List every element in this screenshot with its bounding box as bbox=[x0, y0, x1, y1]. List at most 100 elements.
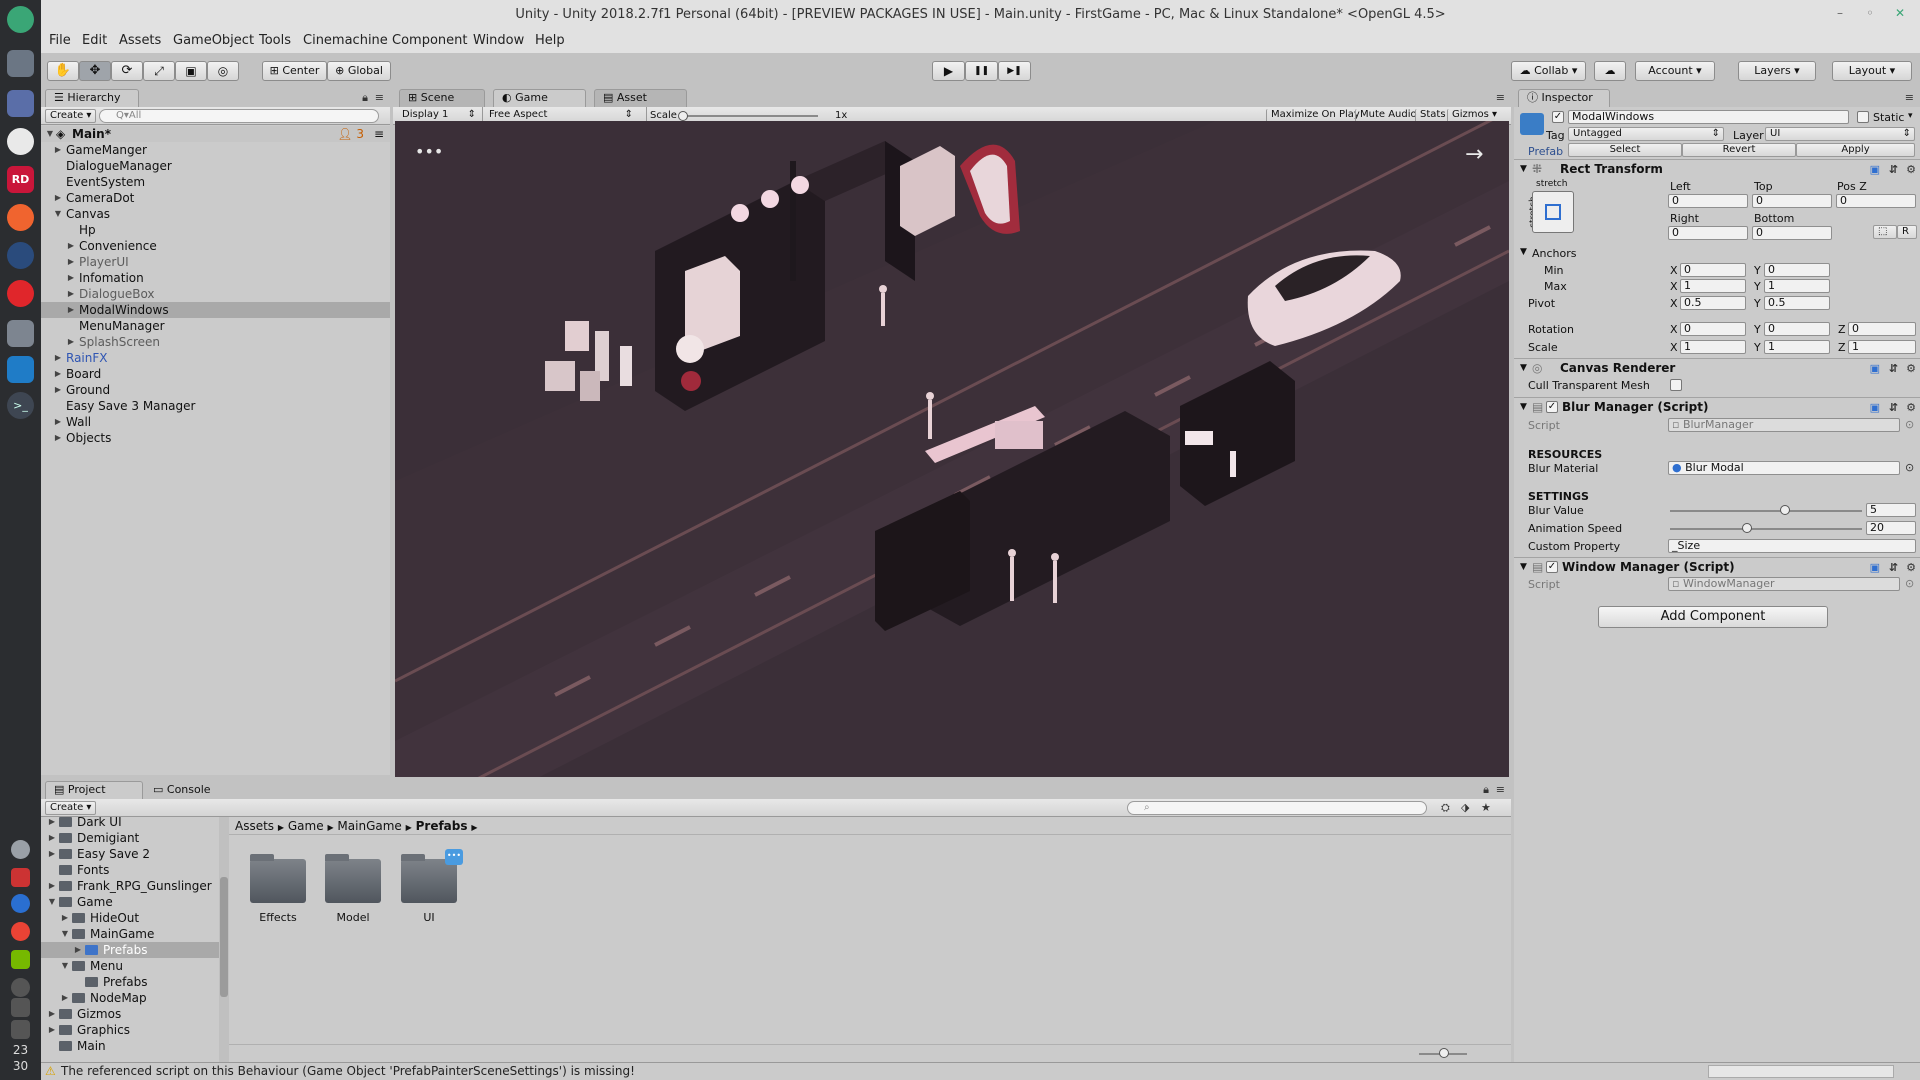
tab-asset-store[interactable]: ▤ Asset Store bbox=[594, 89, 687, 120]
hierarchy-item[interactable]: ▶ Ground bbox=[41, 382, 390, 398]
tree-expand-arrow[interactable]: ▶ bbox=[47, 1006, 57, 1022]
scale-y-field[interactable]: 1 bbox=[1764, 340, 1830, 354]
scale-tool-icon[interactable]: ⤢ bbox=[143, 61, 175, 81]
menu-tools[interactable]: Tools bbox=[259, 33, 291, 48]
anchors-min-x-field[interactable]: 0 bbox=[1680, 263, 1746, 277]
preset-icon[interactable]: ⇵ bbox=[1889, 360, 1898, 378]
prefab-revert-button[interactable]: Revert bbox=[1682, 143, 1796, 157]
tree-expand-arrow[interactable]: ▶ bbox=[47, 878, 57, 894]
project-create-button[interactable]: Create ▾ bbox=[45, 801, 97, 815]
collab-button[interactable]: ☁ Collab ▾ bbox=[1511, 61, 1586, 81]
folder-effects[interactable]: Effects bbox=[249, 854, 307, 924]
settings-gear-icon[interactable]: ⚙ bbox=[1906, 360, 1916, 378]
project-search-input[interactable]: ⌕ bbox=[1127, 801, 1427, 815]
project-tree-item[interactable]: ▶ Graphics bbox=[41, 1022, 219, 1038]
left-field[interactable]: 0 bbox=[1668, 194, 1748, 208]
filter-type-icon[interactable]: ⛭ bbox=[1441, 801, 1450, 815]
project-tree-item[interactable]: ▶ Frank_RPG_Gunslinger bbox=[41, 878, 219, 894]
menu-gameobject[interactable]: GameObject bbox=[173, 33, 254, 48]
hierarchy-item[interactable]: ▶ RainFX bbox=[41, 350, 390, 366]
files-icon[interactable] bbox=[7, 50, 34, 77]
pause-button[interactable]: ❚❚ bbox=[965, 61, 998, 81]
project-tree-item[interactable]: Fonts bbox=[41, 862, 219, 878]
scale-x-field[interactable]: 1 bbox=[1680, 340, 1746, 354]
hierarchy-item[interactable]: Hp bbox=[41, 222, 390, 238]
rotation-z-field[interactable]: 0 bbox=[1848, 322, 1916, 336]
hierarchy-item[interactable]: ▶ PlayerUI bbox=[41, 254, 390, 270]
hierarchy-item[interactable]: ▶ Board bbox=[41, 366, 390, 382]
pivot-x-field[interactable]: 0.5 bbox=[1680, 296, 1746, 310]
app-launcher-icon[interactable] bbox=[7, 6, 34, 33]
hierarchy-expand-arrow[interactable]: ▶ bbox=[66, 254, 76, 270]
hierarchy-item[interactable]: ▶ ModalWindows bbox=[41, 302, 390, 318]
hierarchy-expand-arrow[interactable]: ▶ bbox=[53, 430, 63, 446]
project-tree-item[interactable]: ▼ Menu bbox=[41, 958, 219, 974]
folder-icon[interactable] bbox=[7, 320, 34, 347]
project-tree-item[interactable]: ▶ HideOut bbox=[41, 910, 219, 926]
canvas-renderer-header[interactable]: ▼ ◎ Canvas Renderer ▣ ⇵ ⚙ bbox=[1514, 358, 1920, 376]
volume-icon[interactable] bbox=[11, 998, 30, 1017]
maximize-button[interactable]: ◦ bbox=[1858, 0, 1882, 29]
nvidia-icon[interactable] bbox=[11, 950, 30, 969]
project-tree-item[interactable]: ▼ MainGame bbox=[41, 926, 219, 942]
step-button[interactable]: ▶❚ bbox=[998, 61, 1031, 81]
static-checkbox[interactable] bbox=[1857, 111, 1869, 123]
menu-cinemachine[interactable]: Cinemachine bbox=[303, 33, 388, 48]
tree-expand-arrow[interactable]: ▼ bbox=[60, 958, 70, 974]
pivot-y-field[interactable]: 0.5 bbox=[1764, 296, 1830, 310]
anchors-max-x-field[interactable]: 1 bbox=[1680, 279, 1746, 293]
hierarchy-item[interactable]: EventSystem bbox=[41, 174, 390, 190]
hierarchy-item[interactable]: ▶ CameraDot bbox=[41, 190, 390, 206]
tree-expand-arrow[interactable]: ▶ bbox=[47, 817, 57, 830]
panel-menu-icon[interactable]: ≡ bbox=[375, 91, 384, 104]
hierarchy-expand-arrow[interactable]: ▼ bbox=[53, 206, 63, 222]
blur-material-field[interactable]: ● Blur Modal bbox=[1668, 461, 1900, 475]
tree-expand-arrow[interactable]: ▼ bbox=[60, 926, 70, 942]
project-tree-item[interactable]: Prefabs bbox=[41, 974, 219, 990]
animation-speed-field[interactable]: 20 bbox=[1866, 521, 1916, 535]
hand-tool-icon[interactable]: ✋ bbox=[47, 61, 79, 81]
hierarchy-expand-arrow[interactable]: ▶ bbox=[66, 238, 76, 254]
active-checkbox[interactable]: ✓ bbox=[1552, 111, 1564, 123]
object-picker-icon[interactable]: ⊙ bbox=[1905, 577, 1914, 590]
tab-hierarchy[interactable]: ☰ Hierarchy bbox=[45, 89, 139, 107]
chrome-tray-icon[interactable] bbox=[11, 922, 30, 941]
scale-slider-thumb[interactable] bbox=[678, 111, 688, 121]
rider-icon[interactable]: RD bbox=[7, 166, 34, 193]
panel-menu-icon[interactable]: ≡ bbox=[1496, 91, 1505, 104]
tree-expand-arrow[interactable]: ▶ bbox=[47, 830, 57, 846]
hierarchy-search-input[interactable]: Q▾All bbox=[99, 109, 379, 123]
window-manager-header[interactable]: ▼ ▤ ✓ Window Manager (Script) ▣ ⇵ ⚙ bbox=[1514, 557, 1920, 575]
vscode-icon[interactable] bbox=[7, 90, 34, 117]
hierarchy-item[interactable]: Easy Save 3 Manager bbox=[41, 398, 390, 414]
opera-icon[interactable] bbox=[7, 280, 34, 307]
play-button[interactable]: ▶ bbox=[932, 61, 965, 81]
settings-gear-icon[interactable]: ⚙ bbox=[1906, 399, 1916, 417]
hierarchy-item[interactable]: DialogueManager bbox=[41, 158, 390, 174]
blur-value-field[interactable]: 5 bbox=[1866, 503, 1916, 517]
tag-dropdown[interactable]: Untagged ⇕ bbox=[1568, 127, 1724, 141]
hierarchy-expand-arrow[interactable]: ▶ bbox=[66, 334, 76, 350]
cloud-icon[interactable]: ☁ bbox=[1594, 61, 1626, 81]
tree-expand-arrow[interactable]: ▶ bbox=[47, 846, 57, 862]
close-button[interactable]: ✕ bbox=[1888, 0, 1912, 29]
prefab-select-button[interactable]: Select bbox=[1568, 143, 1682, 157]
posz-field[interactable]: 0 bbox=[1836, 194, 1916, 208]
chrome-icon[interactable] bbox=[7, 128, 34, 155]
scale-z-field[interactable]: 1 bbox=[1848, 340, 1916, 354]
hierarchy-item[interactable]: ▶ GameManger bbox=[41, 142, 390, 158]
tab-project[interactable]: ▤ Project bbox=[45, 781, 143, 799]
tab-game[interactable]: ◐ Game bbox=[493, 89, 586, 107]
project-tree-item[interactable]: ▶ Easy Save 2 bbox=[41, 846, 219, 862]
folder-ui[interactable]: ••• UI bbox=[400, 849, 463, 924]
scene-menu-icon[interactable]: ≡ bbox=[374, 126, 384, 142]
hierarchy-item[interactable]: MenuManager bbox=[41, 318, 390, 334]
filter-label-icon[interactable]: ⬗ bbox=[1461, 801, 1469, 814]
clipboard-icon[interactable] bbox=[11, 1020, 30, 1039]
wifi-icon[interactable] bbox=[11, 978, 30, 997]
folder-model[interactable]: Model bbox=[324, 854, 382, 924]
blur-manager-header[interactable]: ▼ ▤ ✓ Blur Manager (Script) ▣ ⇵ ⚙ bbox=[1514, 397, 1920, 415]
blender-icon[interactable] bbox=[7, 204, 34, 231]
anchors-max-y-field[interactable]: 1 bbox=[1764, 279, 1830, 293]
blueprint-mode-button[interactable]: ⬚ bbox=[1873, 225, 1897, 239]
